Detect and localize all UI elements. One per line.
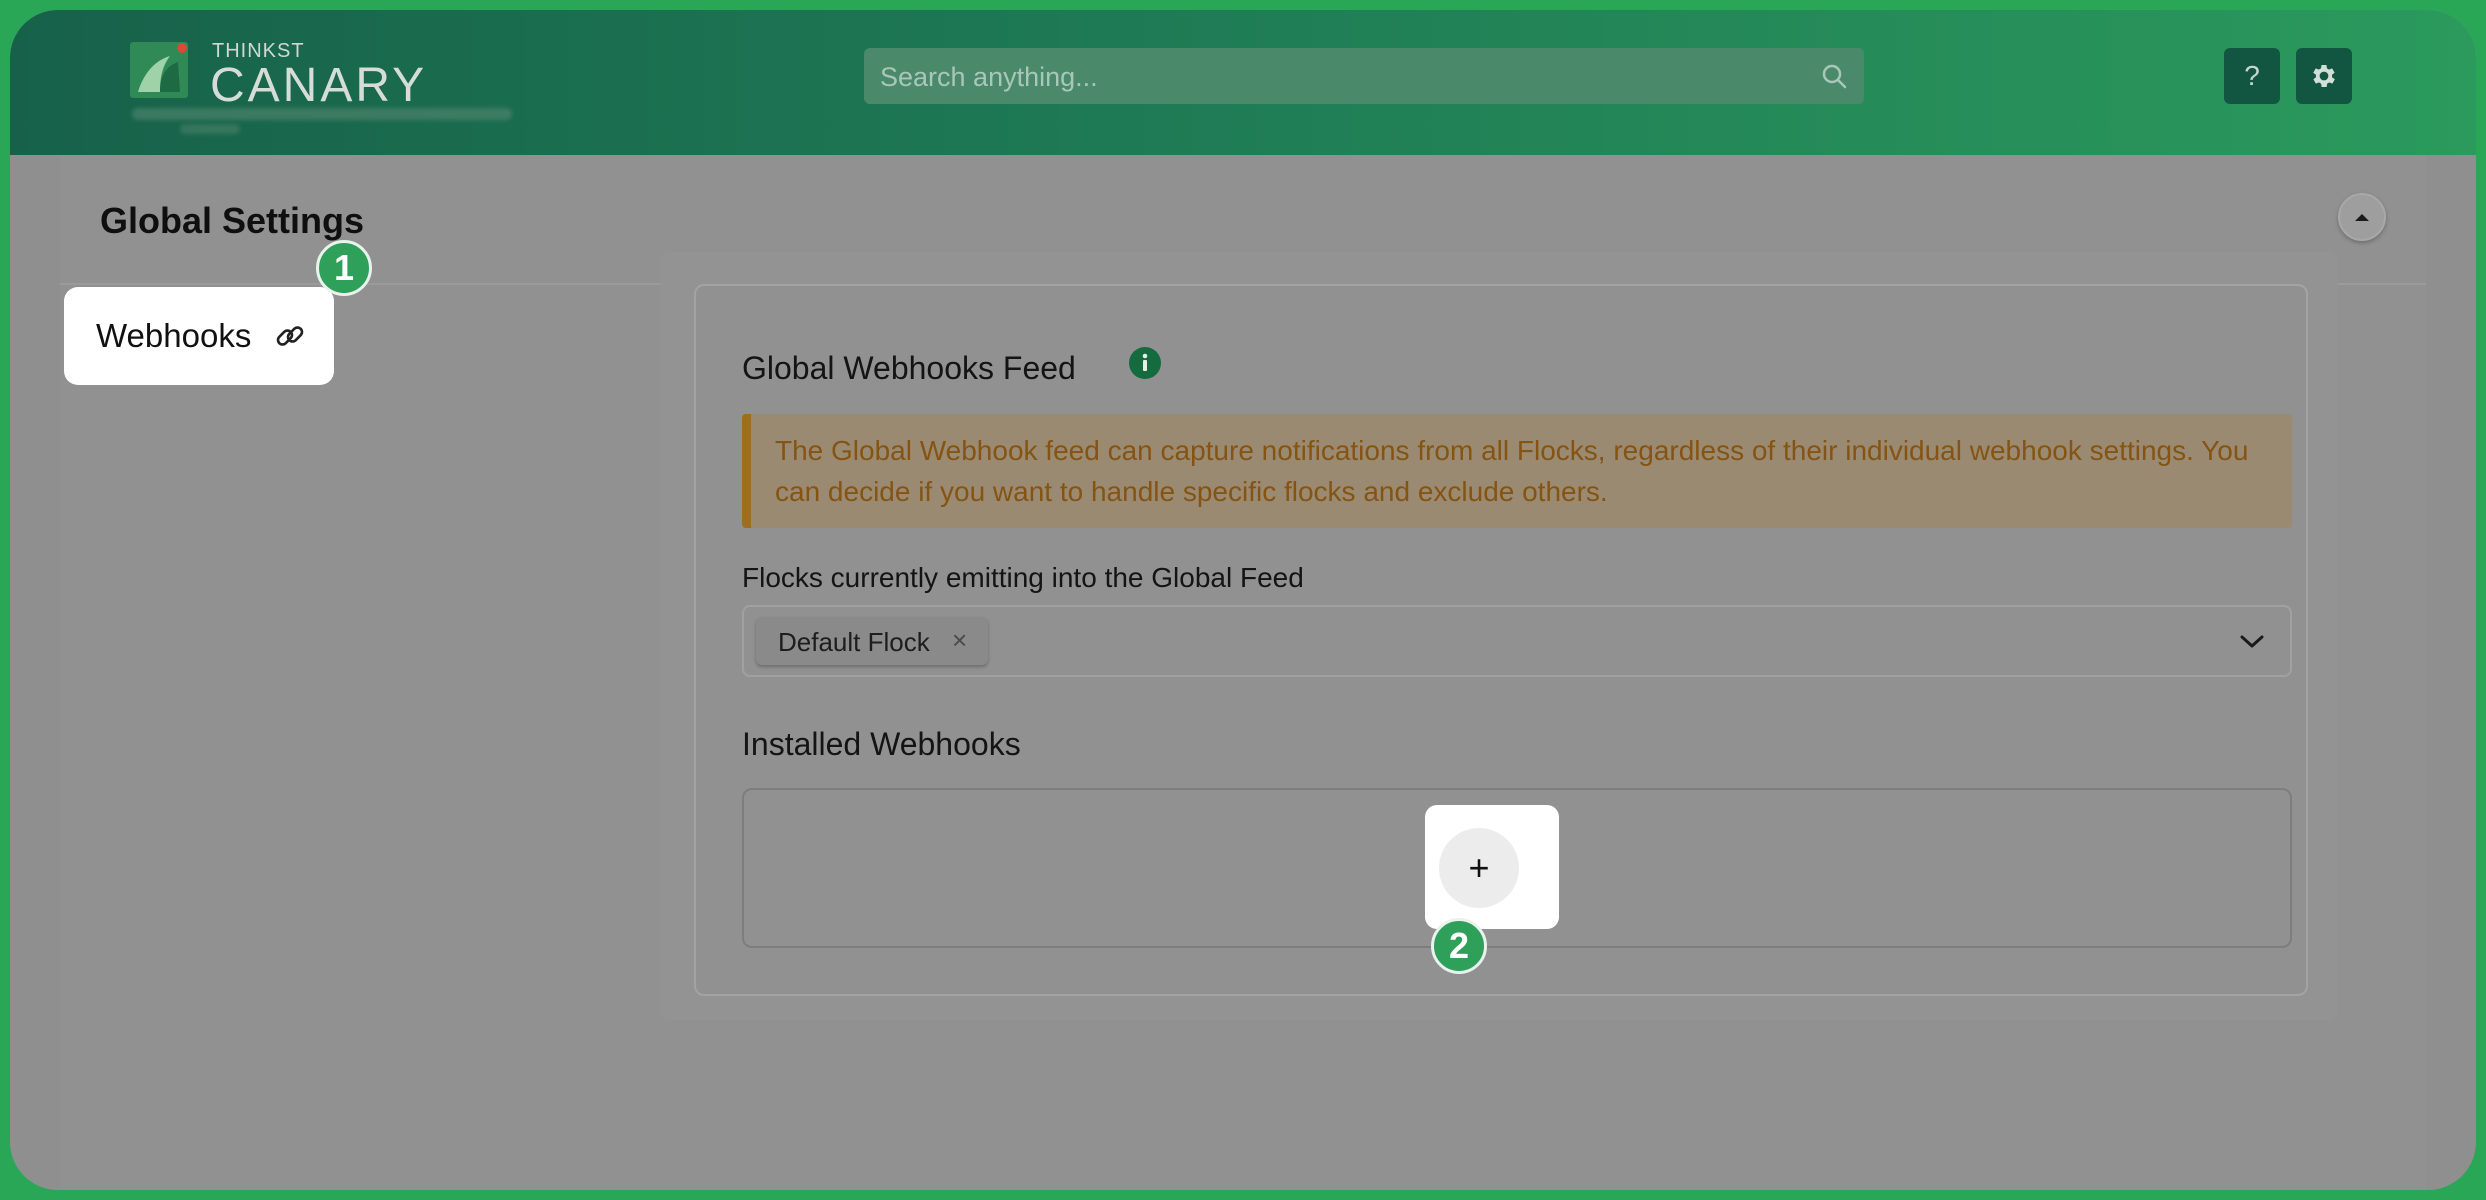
logo-title: CANARY <box>210 59 428 112</box>
add-webhook-button[interactable]: + <box>1439 828 1519 908</box>
remove-flock-button[interactable]: × <box>952 625 967 656</box>
plus-icon: + <box>1468 847 1490 888</box>
info-icon[interactable] <box>1128 346 1162 380</box>
alert-text: The Global Webhook feed can capture noti… <box>775 435 2249 507</box>
search-icon <box>1822 64 1847 89</box>
flocks-field-label: Flocks currently emitting into the Globa… <box>742 562 1304 593</box>
tab-webhooks[interactable]: Webhooks <box>64 287 334 385</box>
redacted-text <box>132 108 512 120</box>
chevron-down-icon[interactable] <box>2238 631 2266 651</box>
settings-button[interactable] <box>2296 48 2352 104</box>
app-window: THINKST CANARY Search anything... ? Glob… <box>10 10 2476 1190</box>
redacted-text <box>180 124 240 134</box>
feed-title: Global Webhooks Feed <box>742 350 1076 386</box>
canary-logo[interactable]: THINKST CANARY <box>130 30 530 140</box>
flock-chip: Default Flock × <box>756 617 988 665</box>
info-alert: The Global Webhook feed can capture noti… <box>742 414 2292 528</box>
search-placeholder: Search anything... <box>880 62 1098 92</box>
page-title: Global Settings <box>100 200 365 241</box>
link-icon <box>277 326 304 346</box>
gear-icon <box>2313 65 2335 87</box>
step-badge-2: 2 <box>1431 918 1487 974</box>
top-header: THINKST CANARY Search anything... ? <box>10 10 2476 155</box>
canary-bird-icon <box>130 42 188 98</box>
search-input[interactable]: Search anything... <box>864 48 1864 104</box>
tab-webhooks-label: Webhooks <box>96 317 252 354</box>
help-label: ? <box>2244 60 2260 91</box>
flock-chip-label: Default Flock <box>778 627 930 657</box>
collapse-button[interactable] <box>2338 193 2386 241</box>
flocks-select[interactable]: Default Flock × <box>742 605 2292 677</box>
caret-up-icon <box>2355 214 2369 221</box>
installed-webhooks-label: Installed Webhooks <box>742 726 1021 762</box>
step-badge-1: 1 <box>316 240 372 296</box>
help-button[interactable]: ? <box>2224 48 2280 104</box>
